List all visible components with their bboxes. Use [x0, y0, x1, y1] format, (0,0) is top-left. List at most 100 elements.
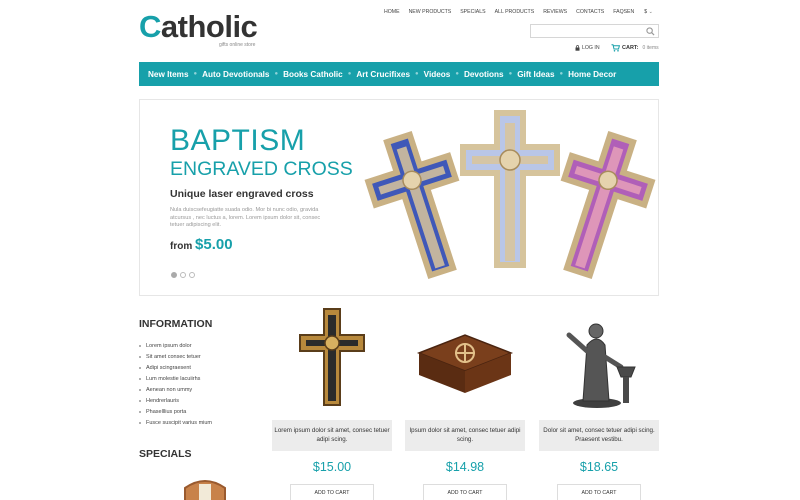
nav-separator: ●	[415, 71, 419, 77]
nav-separator: ●	[455, 71, 459, 77]
bullet-icon	[139, 422, 141, 425]
logo-tagline: gifts online store	[219, 42, 256, 48]
product-price: $18.65	[579, 460, 619, 474]
product-card[interactable]: Lorem ipsum dolor sit amet, consec tetue…	[272, 305, 392, 500]
slider-pagination	[171, 272, 195, 278]
bullet-icon	[139, 377, 141, 380]
nav-separator: ●	[347, 71, 352, 77]
topnav-specials[interactable]: SPECIALS	[460, 9, 485, 15]
main-navigation: New Items ● Auto Devotionals ● Books Catho…	[139, 62, 659, 86]
login-link[interactable]: LOG IN	[575, 45, 600, 51]
information-list: Lorem ipsum dolor Sit amet consec tetuer…	[139, 340, 212, 429]
nav-home-decor[interactable]: Home Decor	[568, 70, 616, 79]
cart-count: 0 items	[642, 45, 659, 51]
banner-price-line: from $5.00	[170, 236, 233, 253]
cross-image	[299, 308, 365, 406]
add-to-cart-button[interactable]: ADD TO CART	[290, 484, 374, 500]
nav-separator: ●	[274, 71, 279, 77]
product-price: $15.00	[312, 460, 352, 474]
information-link[interactable]: Adipi scingraesent	[139, 362, 212, 373]
nav-auto-devotionals[interactable]: Auto Devotionals	[202, 70, 269, 79]
product-image[interactable]	[405, 305, 525, 415]
cart-button[interactable]: CART: 0 items	[611, 44, 659, 52]
logo-letter: C	[139, 9, 161, 44]
currency-value: $	[644, 9, 648, 15]
information-link-label: Lorem ipsum dolor	[146, 342, 192, 349]
information-link[interactable]: Lum molestie lacuiirhs	[139, 373, 212, 384]
nav-books-catholic[interactable]: Books Catholic	[283, 70, 343, 79]
hero-banner[interactable]: BAPTISM ENGRAVED CROSS Unique laser engr…	[139, 99, 659, 296]
banner-title: BAPTISM	[170, 124, 306, 157]
statue-image	[566, 323, 636, 408]
information-link-label: Aenean non ummy	[146, 386, 193, 393]
currency-select[interactable]: $ ⌄	[644, 9, 653, 15]
product-description: Ipsum dolor sit amet, consec tetuer adip…	[405, 420, 525, 451]
information-link[interactable]: Fusce suscipit varius mium	[139, 418, 212, 429]
topnav-reviews[interactable]: REVIEWS	[543, 9, 567, 15]
bullet-icon	[139, 388, 141, 391]
jewelry-box-image	[416, 334, 514, 393]
nav-separator: ●	[559, 71, 564, 77]
login-label: LOG IN	[582, 45, 600, 51]
information-link[interactable]: Lorem ipsum dolor	[139, 340, 212, 351]
nav-new-items[interactable]: New Items	[148, 70, 189, 79]
nav-videos[interactable]: Videos	[424, 70, 451, 79]
language-select[interactable]: EN	[627, 9, 634, 15]
information-link-label: Phaselllius porta	[146, 409, 187, 416]
product-card[interactable]: Ipsum dolor sit amet, consec tetuer adip…	[405, 305, 525, 500]
lock-icon	[575, 45, 580, 51]
topnav-new-products[interactable]: NEW PRODUCTS	[409, 9, 452, 15]
logo[interactable]: Catholic gifts online store	[139, 8, 258, 48]
nav-gift-ideas[interactable]: Gift Ideas	[517, 70, 554, 79]
information-link[interactable]: Aenean non ummy	[139, 384, 212, 395]
logo-text: atholic	[160, 9, 258, 44]
topnav-home[interactable]: HOME	[384, 9, 400, 15]
product-price: $14.98	[445, 460, 485, 474]
information-link[interactable]: Phaselllius porta	[139, 407, 212, 418]
information-link-label: Fusce suscipit varius mium	[146, 420, 213, 427]
slider-dot[interactable]	[171, 272, 177, 278]
information-heading: INFORMATION	[139, 318, 213, 330]
slider-dot[interactable]	[180, 272, 186, 278]
banner-body-text: Nula duiscsefeugiatte suada odio. Mor bi…	[170, 207, 321, 228]
search-icon[interactable]	[646, 27, 655, 36]
cart-label: CART:	[622, 45, 639, 51]
information-link-label: Lum molestie lacuiirhs	[146, 375, 201, 382]
bullet-icon	[139, 400, 141, 403]
nav-separator: ●	[508, 71, 513, 77]
product-description: Dolor sit amet, consec tetuer adipi scin…	[539, 420, 659, 451]
slider-dot[interactable]	[189, 272, 195, 278]
chevron-down-icon: ⌄	[648, 9, 653, 15]
cart-icon	[611, 44, 620, 52]
locale-switchers: EN $ ⌄	[627, 9, 653, 15]
specials-heading: SPECIALS	[139, 448, 192, 460]
add-to-cart-button[interactable]: ADD TO CART	[423, 484, 507, 500]
topnav-all-products[interactable]: ALL PRODUCTS	[495, 9, 535, 15]
add-to-cart-button[interactable]: ADD TO CART	[557, 484, 641, 500]
banner-tagline: Unique laser engraved cross	[170, 188, 314, 200]
topnav-faqs[interactable]: FAQS	[613, 9, 627, 15]
banner-subtitle-heading: ENGRAVED CROSS	[170, 158, 353, 180]
information-link[interactable]: Sit amet consec tetuer	[139, 351, 212, 362]
bullet-icon	[139, 366, 141, 369]
bullet-icon	[139, 355, 141, 358]
search-input[interactable]	[530, 24, 659, 38]
product-image[interactable]	[272, 305, 392, 415]
banner-from-label: from	[170, 241, 193, 252]
product-description: Lorem ipsum dolor sit amet, consec tetue…	[272, 420, 392, 451]
special-product-image[interactable]	[175, 478, 235, 500]
product-image[interactable]	[539, 305, 659, 415]
nav-devotions[interactable]: Devotions	[464, 70, 504, 79]
banner-price: $5.00	[195, 236, 233, 253]
nav-art-crucifixes[interactable]: Art Crucifixes	[356, 70, 410, 79]
nav-separator: ●	[193, 71, 198, 77]
information-link-label: Hendrerlauris	[146, 398, 180, 405]
bullet-icon	[139, 344, 141, 347]
bullet-icon	[139, 411, 141, 414]
topnav-contacts[interactable]: CONTACTS	[576, 9, 604, 15]
product-card[interactable]: Dolor sit amet, consec tetuer adipi scin…	[539, 305, 659, 500]
top-navigation: HOME NEW PRODUCTS SPECIALS ALL PRODUCTS …	[384, 9, 636, 15]
information-link[interactable]: Hendrerlauris	[139, 395, 212, 406]
information-link-label: Adipi scingraesent	[146, 364, 191, 371]
information-link-label: Sit amet consec tetuer	[146, 353, 201, 360]
